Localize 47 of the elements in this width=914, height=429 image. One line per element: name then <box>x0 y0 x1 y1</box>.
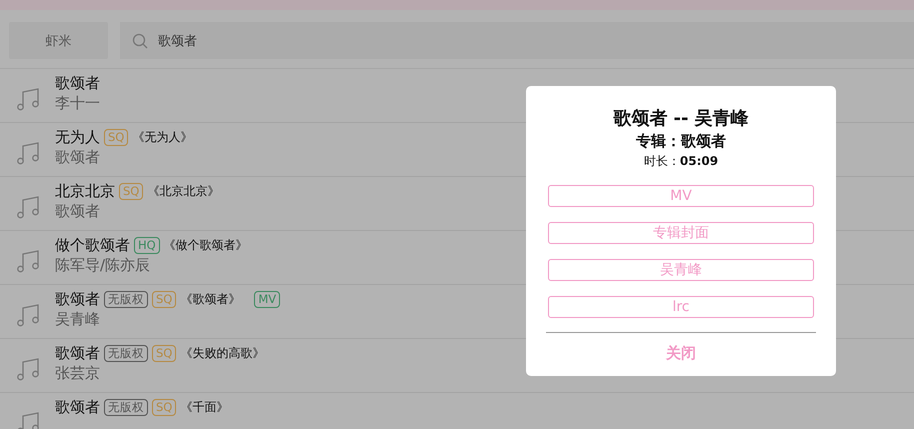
quality-tag: SQ <box>152 399 176 416</box>
quality-tag: SQ <box>152 345 176 362</box>
song-title: 歌颂者 <box>55 74 100 93</box>
album-name: 《做个歌颂者》 <box>164 237 248 254</box>
album-name: 《千面》 <box>180 399 228 416</box>
album-text: 专辑：歌颂者 <box>636 132 726 151</box>
no-copyright-tag: 无版权 <box>104 399 148 416</box>
quality-tag: SQ <box>104 129 128 146</box>
artist-name: 张芸京 <box>55 364 101 383</box>
music-note-icon <box>16 249 42 273</box>
source-button[interactable]: 虾米 <box>9 22 108 59</box>
album-name: 《北京北京》 <box>147 183 220 200</box>
artist-name: 陈军导/陈亦辰 <box>55 256 152 275</box>
search-field[interactable]: 歌颂者 <box>120 22 914 59</box>
music-note-icon <box>16 303 42 327</box>
mv-tag: MV <box>254 291 280 308</box>
quality-tag: SQ <box>119 183 144 200</box>
music-note-icon <box>16 195 42 219</box>
search-icon <box>132 32 148 48</box>
album-name: 《无为人》 <box>132 129 192 146</box>
close-button[interactable]: 关闭 <box>660 343 702 364</box>
music-note-icon <box>16 87 42 111</box>
album-name: 《失败的高歌》 <box>180 345 264 362</box>
quality-tag: HQ <box>134 237 160 254</box>
quality-tag: SQ <box>152 291 176 308</box>
song-title: 北京北京 <box>55 182 115 201</box>
music-note-icon <box>16 411 42 429</box>
music-note-icon <box>16 141 42 165</box>
dialog-option-button[interactable]: MV <box>548 185 814 207</box>
artist-name: 歌颂者 <box>55 202 101 221</box>
album-name: 《歌颂者》 <box>180 291 240 308</box>
artist-name: 吴青峰 <box>55 310 101 329</box>
song-title: 做个歌颂者 <box>55 236 130 255</box>
song-title: 无为人 <box>55 128 100 147</box>
song-title: 歌颂者 <box>55 398 100 417</box>
artist-name: 歌颂者 <box>55 148 101 167</box>
dialog-option-button[interactable]: 吴青峰 <box>548 259 814 281</box>
song-title: 歌颂者 <box>55 290 100 309</box>
no-copyright-tag: 无版权 <box>104 291 148 308</box>
no-copyright-tag: 无版权 <box>104 345 148 362</box>
dialog-option-button[interactable]: 专辑封面 <box>548 222 814 244</box>
song-title: 歌颂者 <box>55 344 100 363</box>
music-note-icon <box>16 357 42 381</box>
artist-name: 李十一 <box>55 94 100 113</box>
dialog-title: 歌颂者 -- 吴青峰 <box>613 107 749 130</box>
duration-text: 时长：05:09 <box>644 153 718 170</box>
dialog-option-button[interactable]: lrc <box>548 296 814 318</box>
